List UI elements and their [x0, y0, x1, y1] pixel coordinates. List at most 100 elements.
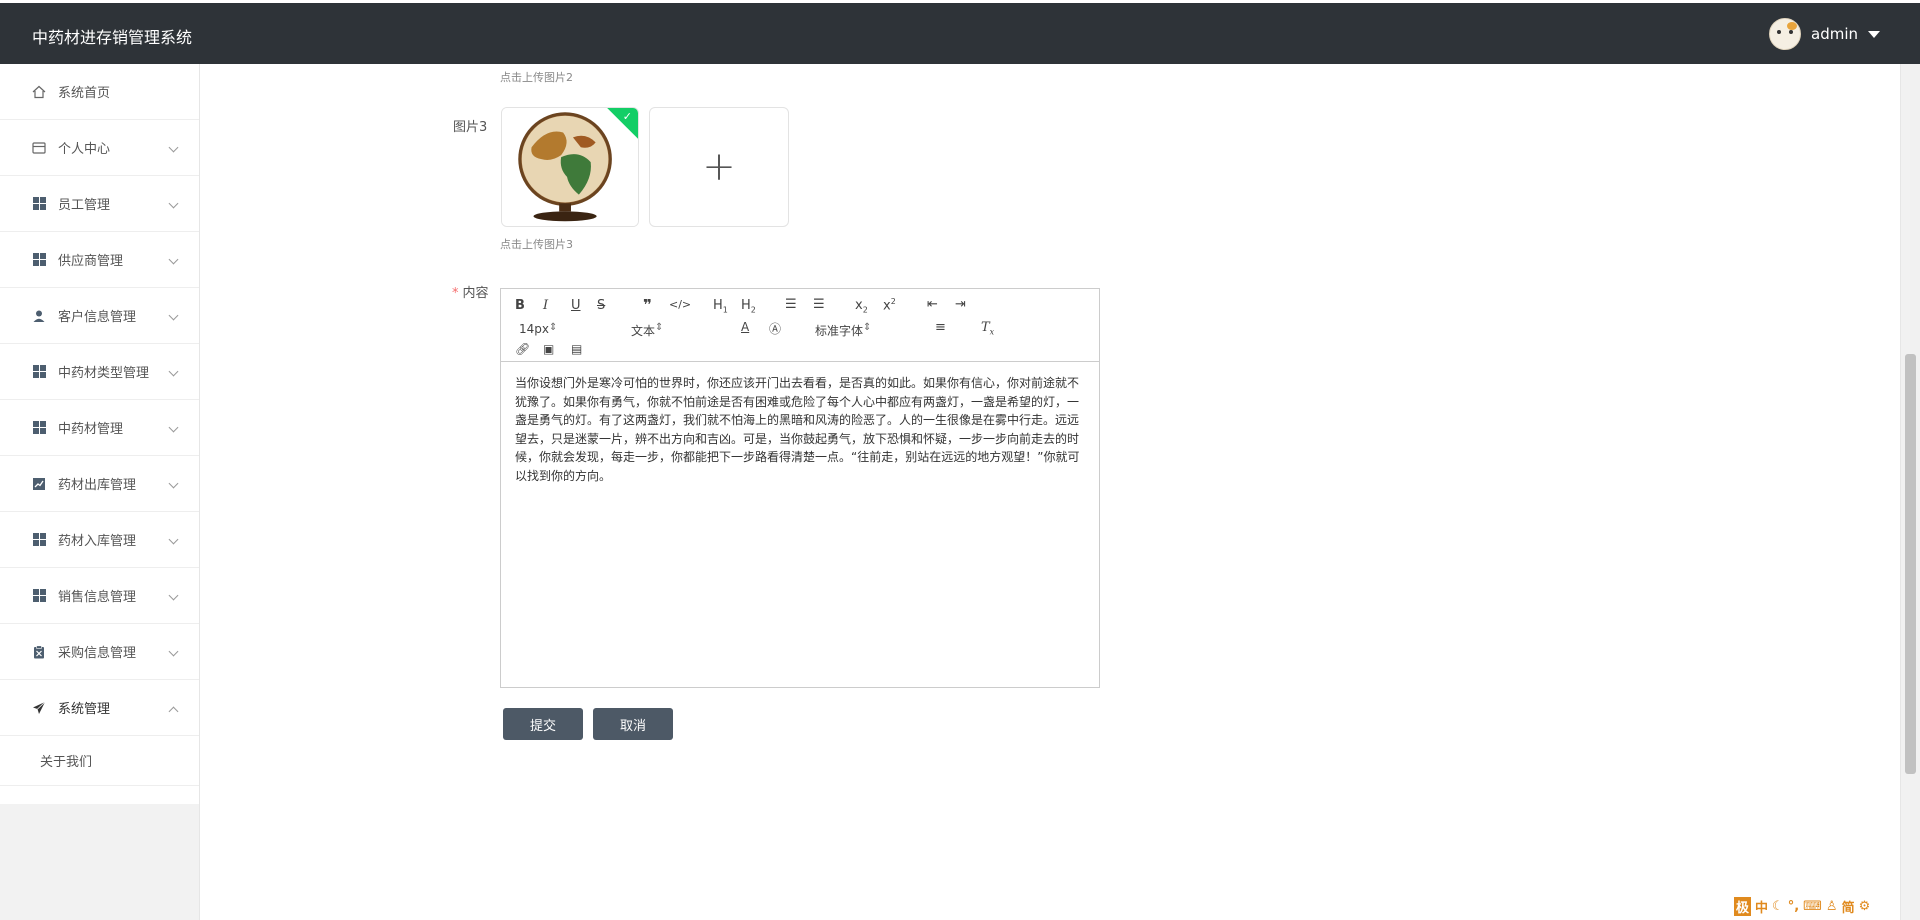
user-icon	[32, 309, 46, 323]
ordered-list-icon[interactable]: ☰	[785, 297, 797, 312]
sidebar-item-herb-types[interactable]: 中药材类型管理	[0, 344, 199, 400]
sidebar-item-employees[interactable]: 员工管理	[0, 176, 199, 232]
sidebar-item-label: 员工管理	[58, 198, 111, 213]
globe-image	[502, 108, 638, 226]
grid-icon	[32, 253, 46, 267]
sidebar-item-label: 客户信息管理	[58, 310, 137, 325]
blockquote-icon[interactable]: ❞	[643, 296, 652, 314]
editor-content[interactable]: 当你设想门外是寒冷可怕的世界时，你还应该开门出去看看，是否真的如此。如果你有信心…	[501, 362, 1099, 497]
sidebar-item-stock-out[interactable]: 药材出库管理	[0, 456, 199, 512]
chevron-down-icon	[168, 366, 179, 377]
grid-icon	[32, 421, 46, 435]
scrollbar-thumb[interactable]	[1905, 354, 1916, 774]
sidebar-background	[0, 804, 199, 920]
header-picker-value: 文本	[631, 324, 656, 338]
label-content: * 内容	[452, 282, 489, 301]
uploaded-image-thumbnail[interactable]: ✓	[501, 107, 639, 227]
chevron-down-icon	[168, 310, 179, 321]
rich-text-editor: B I U S ❞ </> H1 H2 ☰ ☰ x2 x2 ⇤ ⇥ 14px 文…	[500, 288, 1100, 688]
background-color-icon[interactable]: Ⓐ	[769, 320, 781, 337]
upload-hint-image2: 点击上传图片2	[500, 71, 573, 84]
grid-icon	[32, 533, 46, 547]
ime-logo[interactable]: 极	[1734, 896, 1752, 916]
sidebar-item-label: 销售信息管理	[58, 590, 137, 605]
chevron-down-icon	[168, 198, 179, 209]
link-icon[interactable]: 🔗︎	[515, 342, 530, 356]
chart-icon	[32, 477, 46, 491]
underline-icon[interactable]: U	[571, 298, 581, 313]
clear-format-icon[interactable]: Tx	[981, 320, 994, 337]
sidebar-item-label: 个人中心	[58, 142, 111, 157]
font-size-value: 14px	[519, 322, 549, 336]
upload-image3-button[interactable]: +	[649, 107, 789, 227]
editor-toolbar: B I U S ❞ </> H1 H2 ☰ ☰ x2 x2 ⇤ ⇥ 14px 文…	[501, 289, 1099, 362]
bold-icon[interactable]: B	[515, 298, 525, 313]
sidebar: 系统首页 个人中心 员工管理 供应商管理 客户信息管理 中药材类型管理 中药材管…	[0, 64, 200, 920]
sidebar-item-customers[interactable]: 客户信息管理	[0, 288, 199, 344]
caret-down-icon[interactable]	[1868, 30, 1880, 38]
sidebar-item-system[interactable]: 系统管理	[0, 680, 199, 736]
superscript-icon[interactable]: x2	[883, 297, 896, 313]
page-scrollbar[interactable]	[1900, 64, 1920, 920]
cancel-button[interactable]: 取消	[593, 708, 673, 740]
main-content: 点击上传图片2 图片3 ✓ + 点击上传图片3 * 内容 B I U S ❞ <…	[200, 64, 1900, 920]
username[interactable]: admin	[1811, 25, 1858, 43]
sidebar-item-herbs[interactable]: 中药材管理	[0, 400, 199, 456]
sidebar-item-suppliers[interactable]: 供应商管理	[0, 232, 199, 288]
sidebar-item-label: 药材入库管理	[58, 534, 137, 549]
sidebar-item-purchases[interactable]: 采购信息管理	[0, 624, 199, 680]
sidebar-item-home[interactable]: 系统首页	[0, 64, 199, 120]
video-icon[interactable]: ▤	[571, 342, 582, 356]
app-title: 中药材进存销管理系统	[32, 28, 193, 47]
header-picker[interactable]: 文本	[631, 322, 716, 339]
required-mark: *	[452, 286, 459, 301]
sidebar-item-personal-center[interactable]: 个人中心	[0, 120, 199, 176]
chevron-down-icon	[168, 254, 179, 265]
chevron-down-icon	[168, 590, 179, 601]
user-menu[interactable]: admin	[1769, 17, 1880, 51]
settings-gear-icon[interactable]: ⚙	[1859, 899, 1871, 914]
upload-hint-image3: 点击上传图片3	[500, 238, 573, 251]
image-icon[interactable]: ▣	[543, 342, 554, 356]
font-family-picker[interactable]: 标准字体	[815, 322, 910, 339]
ime-simplified[interactable]: 简	[1842, 897, 1855, 916]
sidebar-item-stock-in[interactable]: 药材入库管理	[0, 512, 199, 568]
avatar[interactable]	[1769, 18, 1801, 50]
strikethrough-icon[interactable]: S	[597, 298, 605, 313]
code-block-icon[interactable]: </>	[669, 298, 691, 311]
subscript-icon[interactable]: x2	[855, 298, 868, 315]
font-family-value: 标准字体	[815, 324, 864, 338]
plus-icon: +	[702, 144, 736, 190]
heading1-icon[interactable]: H1	[713, 298, 728, 315]
punctuation-icon[interactable]: °,	[1788, 899, 1799, 914]
font-color-icon[interactable]: A	[741, 320, 749, 334]
align-icon[interactable]: ≡	[935, 320, 946, 335]
card-icon	[32, 141, 46, 155]
grid-icon	[32, 197, 46, 211]
sidebar-item-sales[interactable]: 销售信息管理	[0, 568, 199, 624]
sidebar-subitem-about-us[interactable]: 关于我们	[0, 736, 199, 786]
sidebar-item-label: 中药材管理	[58, 422, 124, 437]
home-icon	[32, 85, 46, 99]
ime-toolbar[interactable]: 极 中 ☾ °, ⌨ ♙ 简 ⚙	[1734, 896, 1870, 916]
send-icon	[32, 701, 46, 715]
check-icon: ✓	[622, 110, 632, 123]
outdent-icon[interactable]: ⇤	[927, 297, 938, 312]
chevron-down-icon	[168, 478, 179, 489]
label-image3: 图片3	[453, 120, 488, 135]
heading2-icon[interactable]: H2	[741, 298, 756, 315]
submit-button[interactable]: 提交	[503, 708, 583, 740]
font-size-picker[interactable]: 14px	[519, 322, 599, 336]
ime-mode-chinese[interactable]: 中	[1755, 897, 1768, 916]
italic-icon[interactable]: I	[543, 298, 548, 313]
bullet-list-icon[interactable]: ☰	[813, 297, 825, 312]
chevron-down-icon	[168, 534, 179, 545]
grid-icon	[32, 589, 46, 603]
sidebar-item-label: 采购信息管理	[58, 646, 137, 661]
chevron-down-icon	[168, 422, 179, 433]
indent-icon[interactable]: ⇥	[955, 297, 966, 312]
user-icon[interactable]: ♙	[1826, 899, 1838, 914]
moon-icon[interactable]: ☾	[1772, 899, 1784, 914]
clipboard-icon	[32, 645, 46, 659]
keyboard-icon[interactable]: ⌨	[1803, 899, 1822, 914]
